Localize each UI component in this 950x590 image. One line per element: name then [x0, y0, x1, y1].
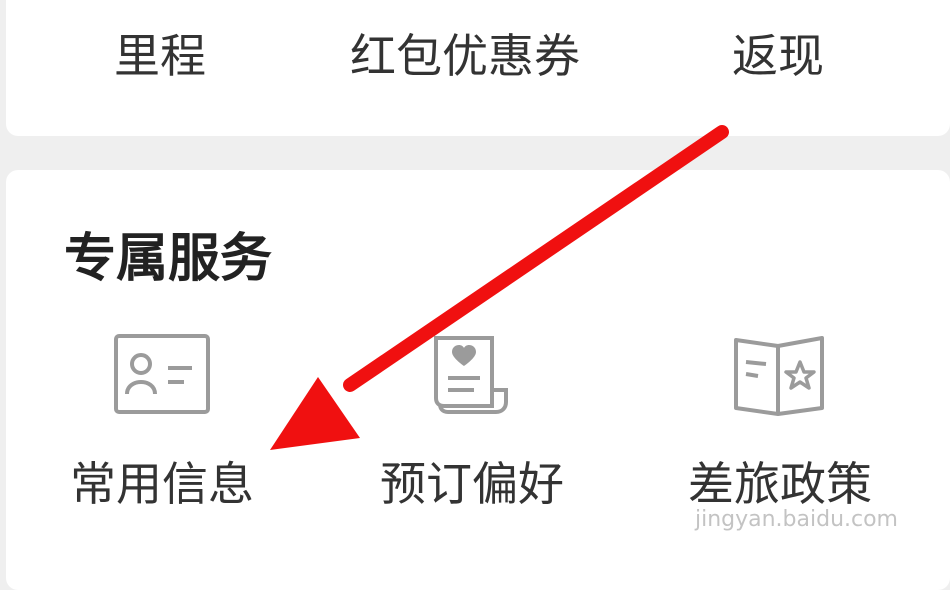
- service-item-travel-policy[interactable]: 差旅政策: [670, 330, 890, 530]
- service-label-common-info: 常用信息: [70, 457, 254, 511]
- service-label-travel-policy: 差旅政策: [688, 457, 872, 511]
- contact-card-icon: [114, 334, 210, 414]
- section-title: 专属服务: [64, 229, 273, 289]
- cashback-link[interactable]: 返现: [732, 26, 824, 86]
- red-packet-coupon-link[interactable]: 红包优惠券: [350, 26, 580, 86]
- service-item-booking-preferences[interactable]: 预订偏好: [362, 330, 582, 530]
- star-book-icon: [734, 336, 824, 416]
- watermark: jingyan.baidu.com: [694, 507, 898, 532]
- service-item-common-info[interactable]: 常用信息: [52, 330, 272, 530]
- heart-scroll-icon: [434, 336, 508, 414]
- service-label-booking-preferences: 预订偏好: [380, 457, 564, 511]
- mileage-link[interactable]: 里程: [114, 26, 206, 86]
